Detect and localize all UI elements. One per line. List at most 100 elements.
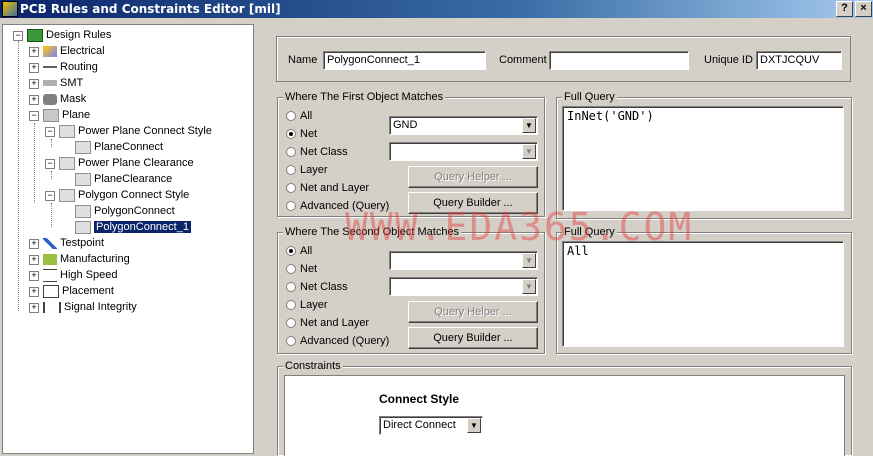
chevron-down-icon[interactable]: ▼ (522, 118, 536, 133)
first-net-select[interactable]: GND ▼ (389, 116, 538, 135)
tree-item-polygonconnect-1[interactable]: PolygonConnect_1 (75, 220, 191, 235)
second-radio-net[interactable]: Net (286, 262, 317, 276)
second-full-query-title: Full Query (562, 226, 617, 238)
first-net-class-select[interactable]: ▼ (389, 142, 538, 161)
first-full-query-title: Full Query (562, 91, 617, 103)
name-input[interactable]: PolygonConnect_1 (323, 51, 486, 70)
radio-icon (286, 282, 296, 293)
chevron-down-icon[interactable]: ▼ (522, 253, 536, 268)
second-object-title: Where The Second Object Matches (283, 226, 462, 238)
radio-selected-icon (286, 129, 296, 140)
radio-icon (286, 318, 296, 329)
collapse-icon[interactable]: − (13, 31, 23, 41)
constraints-area: Connect Style Direct Connect ▼ (284, 375, 845, 456)
first-object-group: Where The First Object Matches All Net N… (277, 91, 545, 217)
tree-item-planeconnect[interactable]: PlaneConnect (75, 140, 163, 155)
window-title: PCB Rules and Constraints Editor [mil] (20, 2, 281, 16)
second-radio-all[interactable]: All (286, 244, 312, 258)
expand-icon[interactable]: + (29, 255, 39, 265)
second-full-query-group: Full Query All (556, 226, 852, 354)
first-radio-net-class[interactable]: Net Class (286, 145, 348, 159)
expand-icon[interactable]: + (29, 79, 39, 89)
constraints-title: Constraints (283, 360, 343, 372)
second-net-class-select[interactable]: ▼ (389, 277, 538, 296)
second-object-group: Where The Second Object Matches All Net … (277, 226, 545, 354)
radio-icon (286, 264, 296, 275)
expand-icon[interactable]: + (29, 239, 39, 249)
second-query-helper-button[interactable]: Query Helper ... (408, 301, 538, 323)
expand-icon[interactable]: + (29, 47, 39, 57)
second-radio-net-class[interactable]: Net Class (286, 280, 348, 294)
close-button[interactable]: × (855, 1, 872, 17)
first-radio-all[interactable]: All (286, 109, 312, 123)
connect-style-label: Connect Style (379, 392, 460, 406)
collapse-icon[interactable]: − (45, 127, 55, 137)
rule-category-icon (59, 188, 75, 202)
first-radio-advanced[interactable]: Advanced (Query) (286, 199, 389, 213)
testpoint-icon (43, 237, 57, 249)
rules-tree[interactable]: − Design Rules + Electrical + Routing + … (2, 24, 254, 454)
connect-style-select[interactable]: Direct Connect ▼ (379, 416, 483, 435)
second-radio-net-and-layer[interactable]: Net and Layer (286, 316, 369, 330)
radio-icon (286, 300, 296, 311)
second-net-select[interactable]: ▼ (389, 251, 538, 270)
collapse-icon[interactable]: − (45, 159, 55, 169)
rule-editor: Name PolygonConnect_1 Comment Unique ID … (262, 24, 873, 456)
placement-icon (43, 284, 59, 298)
first-radio-layer[interactable]: Layer (286, 163, 328, 177)
radio-icon (286, 147, 296, 158)
expand-icon[interactable]: + (29, 287, 39, 297)
first-radio-net-and-layer[interactable]: Net and Layer (286, 181, 369, 195)
plane-icon (43, 108, 59, 122)
chevron-down-icon[interactable]: ▼ (522, 144, 536, 159)
rule-icon (75, 204, 91, 218)
rule-header: Name PolygonConnect_1 Comment Unique ID … (276, 36, 851, 82)
electrical-icon (43, 45, 57, 57)
radio-selected-icon (286, 246, 296, 257)
unique-id-input[interactable]: DXTJCQUV (756, 51, 842, 70)
rule-icon (75, 172, 91, 186)
routing-icon (43, 65, 57, 72)
second-query-builder-button[interactable]: Query Builder ... (408, 327, 538, 349)
rules-folder-icon (27, 28, 43, 42)
app-icon (2, 1, 18, 17)
first-query-builder-button[interactable]: Query Builder ... (408, 192, 538, 214)
rule-category-icon (59, 124, 75, 138)
first-full-query-text[interactable]: InNet('GND') (562, 106, 844, 211)
second-radio-layer[interactable]: Layer (286, 298, 328, 312)
unique-id-label: Unique ID (704, 54, 753, 66)
chevron-down-icon[interactable]: ▼ (467, 418, 481, 433)
expand-icon[interactable]: + (29, 63, 39, 73)
rule-icon (75, 220, 91, 234)
mask-icon (43, 93, 57, 105)
radio-icon (286, 336, 296, 347)
first-radio-net[interactable]: Net (286, 127, 317, 141)
expand-icon[interactable]: + (29, 95, 39, 105)
radio-icon (286, 165, 296, 176)
tree-item-polygonconnect[interactable]: PolygonConnect (75, 204, 175, 219)
first-query-helper-button[interactable]: Query Helper ... (408, 166, 538, 188)
expand-icon[interactable]: + (29, 303, 39, 313)
rule-icon (75, 140, 91, 154)
collapse-icon[interactable]: − (29, 111, 39, 121)
radio-icon (286, 201, 296, 212)
chevron-down-icon[interactable]: ▼ (522, 279, 536, 294)
manufacturing-icon (43, 253, 57, 265)
name-label: Name (288, 54, 318, 66)
high-speed-icon (43, 268, 57, 282)
second-radio-advanced[interactable]: Advanced (Query) (286, 334, 389, 348)
title-bar: PCB Rules and Constraints Editor [mil] ?… (0, 0, 873, 18)
constraints-group: Constraints Connect Style Direct Connect… (277, 360, 852, 456)
second-full-query-text[interactable]: All (562, 241, 844, 347)
first-full-query-group: Full Query InNet('GND') (556, 91, 852, 219)
expand-icon[interactable]: + (29, 271, 39, 281)
first-object-title: Where The First Object Matches (283, 91, 446, 103)
smt-icon (43, 80, 57, 87)
help-button[interactable]: ? (836, 1, 853, 17)
tree-item-planeclearance[interactable]: PlaneClearance (75, 172, 172, 187)
collapse-icon[interactable]: − (45, 191, 55, 201)
radio-icon (286, 183, 296, 194)
comment-input[interactable] (549, 51, 689, 70)
comment-label: Comment (499, 54, 547, 66)
rule-category-icon (59, 156, 75, 170)
